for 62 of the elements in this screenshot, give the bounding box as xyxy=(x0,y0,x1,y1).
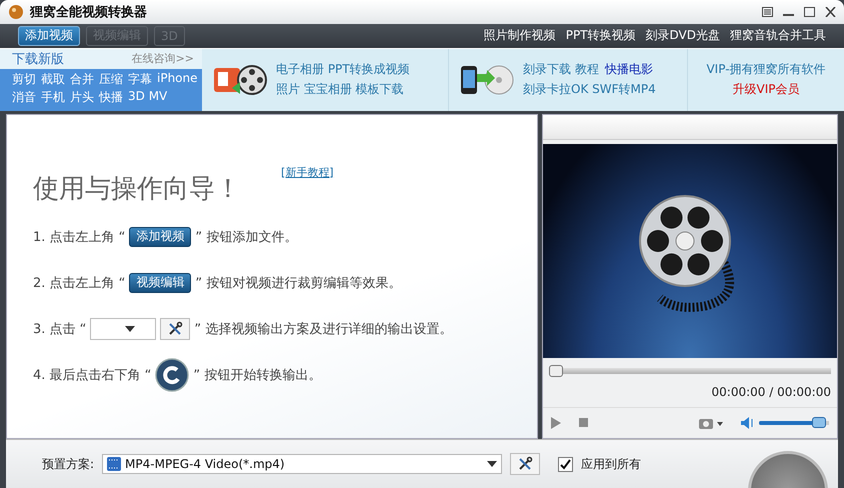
tag-link[interactable]: iPhone xyxy=(157,70,198,88)
tools-icon xyxy=(517,456,534,472)
menu-icon[interactable] xyxy=(762,6,773,17)
promo-link[interactable]: 刻录下载 教程 xyxy=(523,61,599,78)
promo-link[interactable]: 电子相册 PPT转换成视频 xyxy=(276,61,410,78)
toolbar-link[interactable]: 刻录DVD光盘 xyxy=(646,27,720,44)
step-text: 1. 点击左上角 “ xyxy=(33,228,126,246)
step-text: 2. 点击左上角 “ xyxy=(33,274,126,292)
checkbox-label: 应用到所有 xyxy=(581,456,642,473)
caret-icon xyxy=(125,326,136,332)
step-text: ” 选择视频输出方案及进行详细的输出设置。 xyxy=(194,320,452,338)
step-text: 4. 最后点击右下角 “ xyxy=(33,366,152,384)
caret-icon xyxy=(487,461,498,468)
toolbar-button[interactable]: 添加视频 xyxy=(18,26,80,46)
toolbar-link[interactable]: 狸窝音轨合并工具 xyxy=(730,27,826,44)
step-text: ” 按钮添加文件。 xyxy=(195,228,298,246)
promo-link[interactable]: 照片 宝宝相册 模板下载 xyxy=(276,81,410,98)
close-icon[interactable] xyxy=(825,6,836,17)
tag-link[interactable]: 快播 xyxy=(99,88,123,106)
promo-link[interactable]: 刻录卡拉OK SWF转MP4 xyxy=(523,81,656,98)
app-logo-icon xyxy=(8,4,24,20)
example-button[interactable]: 添加视频 xyxy=(129,226,192,247)
example-button[interactable]: 视频编辑 xyxy=(129,272,192,293)
volume-handle[interactable] xyxy=(812,417,826,428)
vip-upgrade-link[interactable]: 升级VIP会员 xyxy=(732,81,800,98)
tag-link[interactable]: 字幕 xyxy=(128,70,152,88)
guide-title: 使用与操作向导！ xyxy=(33,172,241,206)
maximize-icon[interactable] xyxy=(804,6,815,17)
preset-label: 预置方案: xyxy=(42,456,94,473)
volume-icon[interactable] xyxy=(741,416,755,429)
window-title: 狸窝全能视频转换器 xyxy=(30,4,148,21)
consult-link[interactable]: 在线咨询>> xyxy=(132,51,194,66)
tag-link[interactable]: 3D MV xyxy=(128,88,168,106)
tag-link[interactable]: 截取 xyxy=(41,70,65,88)
tag-link[interactable]: 合并 xyxy=(70,70,94,88)
vip-link[interactable]: VIP-拥有狸窝所有软件 xyxy=(706,61,826,78)
tag-link[interactable]: 剪切 xyxy=(12,70,36,88)
toolbar-link[interactable]: 照片制作视频 xyxy=(484,27,556,44)
download-link[interactable]: 下载新版 xyxy=(12,50,64,68)
tutorial-link[interactable]: [新手教程] xyxy=(281,164,334,180)
toolbar-link[interactable]: PPT转换视频 xyxy=(566,27,636,44)
video-file-icon xyxy=(107,457,122,472)
convert-icon xyxy=(155,358,190,392)
tag-link[interactable]: 压缩 xyxy=(99,70,123,88)
settings-button[interactable] xyxy=(160,318,190,340)
step-text: 3. 点击 “ xyxy=(33,320,86,338)
step-text: ” 按钮开始转换输出。 xyxy=(193,366,322,384)
stop-icon[interactable] xyxy=(579,418,588,428)
preset-dropdown[interactable]: MP4-MPEG-4 Video(*.mp4) xyxy=(102,454,502,474)
tag-link[interactable]: 消音 xyxy=(12,88,36,106)
checkbox[interactable] xyxy=(558,456,574,472)
camera-icon[interactable] xyxy=(699,416,723,429)
step-text: ” 按钮对视频进行裁剪编辑等效果。 xyxy=(195,274,402,292)
promo-link[interactable]: 快播电影 xyxy=(604,61,653,78)
tag-link[interactable]: 片头 xyxy=(70,88,94,106)
settings-button[interactable] xyxy=(510,453,540,476)
seek-handle[interactable] xyxy=(549,364,563,377)
time-display: 00:00:00 / 00:00:00 xyxy=(712,384,831,399)
play-icon[interactable] xyxy=(551,416,561,429)
tools-icon xyxy=(167,320,184,337)
tag-link[interactable]: 手机 xyxy=(41,88,65,106)
dropdown-field[interactable] xyxy=(90,318,156,340)
